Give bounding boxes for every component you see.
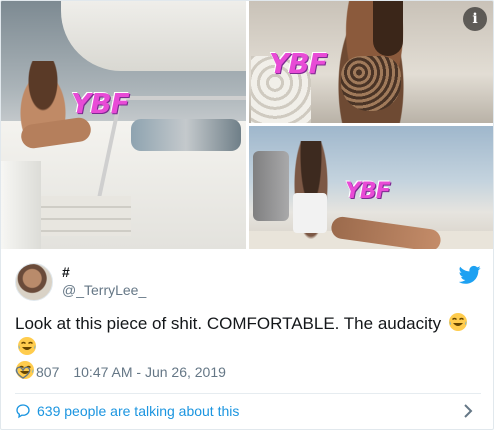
tweet-body: Look at this piece of shit. COMFORTABLE.… — [15, 314, 442, 333]
display-name[interactable]: # — [62, 264, 70, 280]
tweet-header: # @_TerryLee_ — [15, 261, 481, 307]
embedded-tweet: YBF YBF YBF i # @_TerryLee_ Look at this… — [0, 0, 494, 430]
chat-bubble-icon — [16, 404, 30, 419]
photo-yacht-deck[interactable]: YBF — [1, 1, 246, 249]
watermark: YBF — [269, 47, 328, 80]
timestamp[interactable]: 10:47 AM - Jun 26, 2019 — [73, 364, 226, 380]
tweet-meta: 807 10:47 AM - Jun 26, 2019 — [15, 362, 481, 382]
twitter-bird-icon[interactable] — [459, 265, 481, 285]
watermark: YBF — [345, 179, 391, 204]
heart-icon[interactable] — [15, 364, 31, 380]
conversation-label[interactable]: 639 people are talking about this — [37, 403, 239, 419]
user-handle[interactable]: @_TerryLee_ — [62, 282, 146, 298]
laughing-emoji-icon — [18, 337, 36, 355]
divider — [15, 393, 481, 394]
chevron-right-icon[interactable] — [461, 403, 475, 419]
laughing-emoji-icon — [448, 313, 467, 331]
info-icon[interactable]: i — [463, 7, 487, 31]
like-count[interactable]: 807 — [36, 364, 59, 380]
watermark: YBF — [71, 87, 130, 120]
media-grid[interactable]: YBF YBF YBF i — [1, 1, 493, 249]
avatar[interactable] — [15, 263, 53, 301]
conversation-link[interactable]: 639 people are talking about this — [15, 399, 481, 423]
